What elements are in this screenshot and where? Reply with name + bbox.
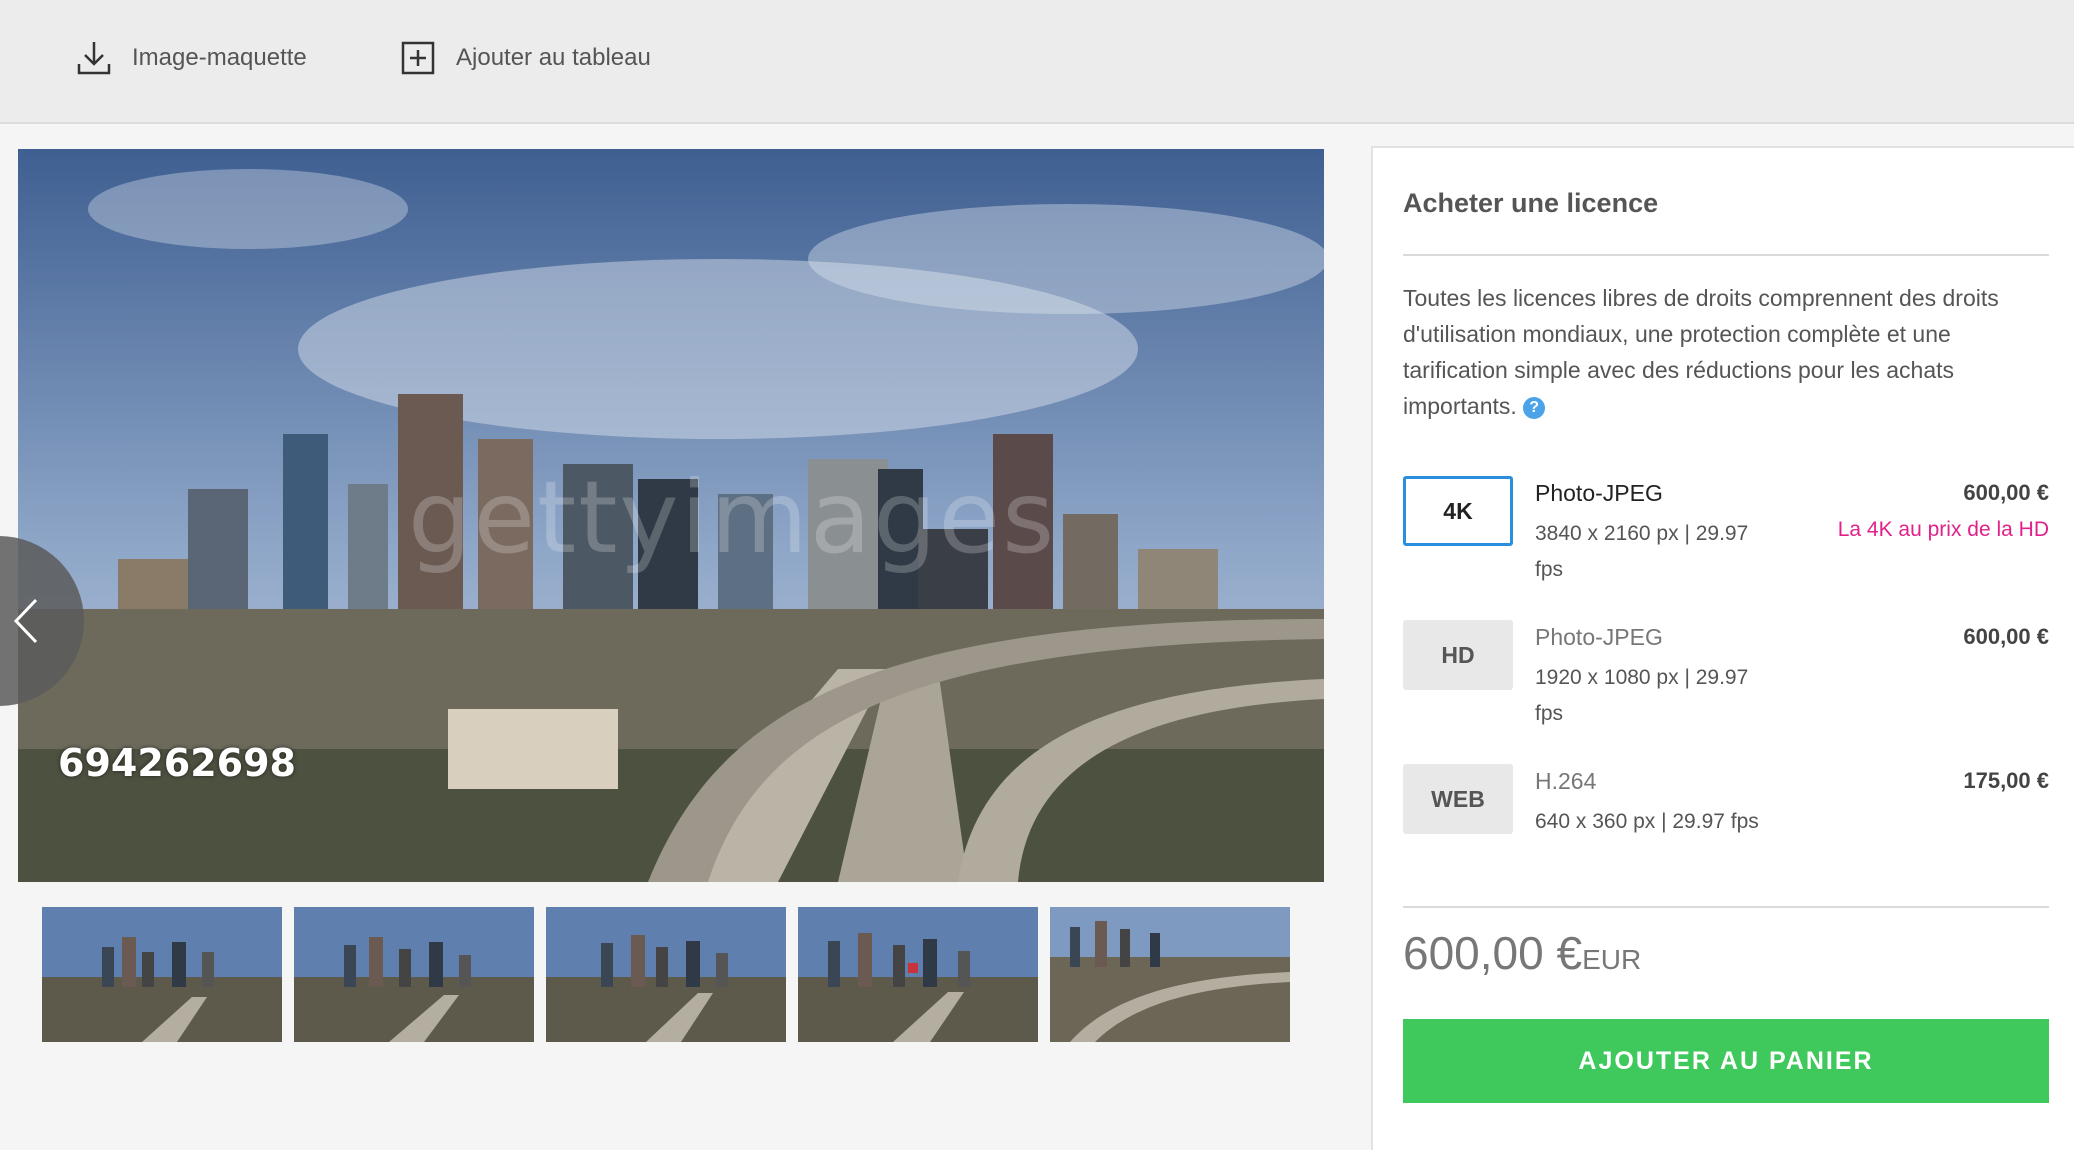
divider: [1403, 906, 2049, 908]
thumbnail[interactable]: [294, 907, 534, 1042]
download-icon: [74, 38, 114, 78]
option-promo: La 4K au prix de la HD: [1837, 518, 2049, 541]
option-format: Photo-JPEG: [1535, 480, 1663, 506]
total-price: 600,00 €EUR: [1403, 926, 1641, 980]
thumbnail-strip: [42, 907, 1290, 1042]
license-description: Toutes les licences libres de droits com…: [1403, 280, 2043, 424]
option-price: 175,00 €: [1963, 768, 2049, 793]
add-to-board-button[interactable]: Ajouter au tableau: [398, 38, 651, 78]
option-format: Photo-JPEG: [1535, 624, 1663, 650]
add-to-board-label: Ajouter au tableau: [456, 44, 651, 71]
panel-title: Acheter une licence: [1403, 188, 1659, 218]
thumbnail[interactable]: [1050, 907, 1290, 1042]
thumbnail[interactable]: [546, 907, 786, 1042]
download-comp-button[interactable]: Image-maquette: [74, 38, 307, 78]
license-panel: Acheter une licence Toutes les licences …: [1371, 146, 2074, 1150]
option-spec: 1920 x 1080 px | 29.97 fps: [1535, 666, 1749, 725]
license-option-hd[interactable]: HD Photo-JPEG 1920 x 1080 px | 29.97 fps…: [1403, 620, 2049, 730]
option-badge: 4K: [1403, 476, 1513, 546]
watermark: gettyimages: [408, 459, 1057, 576]
thumbnail[interactable]: [42, 907, 282, 1042]
video-id: 694262698: [58, 741, 296, 785]
option-price: 600,00 €: [1963, 624, 2049, 649]
total-currency: EUR: [1582, 944, 1642, 975]
thumbnail[interactable]: [798, 907, 1038, 1042]
license-description-text: Toutes les licences libres de droits com…: [1403, 285, 1999, 419]
chevron-left-icon: [13, 598, 38, 644]
option-spec: 3840 x 2160 px | 29.97 fps: [1535, 522, 1749, 581]
total-amount: 600,00 €: [1403, 927, 1583, 979]
help-icon[interactable]: ?: [1523, 396, 1546, 419]
license-option-web[interactable]: WEB H.264 640 x 360 px | 29.97 fps 175,0…: [1403, 764, 2049, 874]
top-toolbar: Image-maquette Ajouter au tableau: [0, 0, 2074, 124]
option-spec: 640 x 360 px | 29.97 fps: [1535, 810, 1759, 833]
add-to-board-icon: [398, 38, 438, 78]
add-to-cart-button[interactable]: AJOUTER AU PANIER: [1403, 1019, 2049, 1103]
option-format: H.264: [1535, 768, 1597, 794]
option-price: 600,00 €: [1963, 480, 2049, 505]
license-option-4k[interactable]: 4K Photo-JPEG 3840 x 2160 px | 29.97 fps…: [1403, 476, 2049, 586]
video-preview[interactable]: gettyimages 694262698: [18, 149, 1324, 882]
option-badge: HD: [1403, 620, 1513, 690]
option-badge: WEB: [1403, 764, 1513, 834]
divider: [1403, 254, 2049, 256]
download-comp-label: Image-maquette: [132, 44, 307, 71]
